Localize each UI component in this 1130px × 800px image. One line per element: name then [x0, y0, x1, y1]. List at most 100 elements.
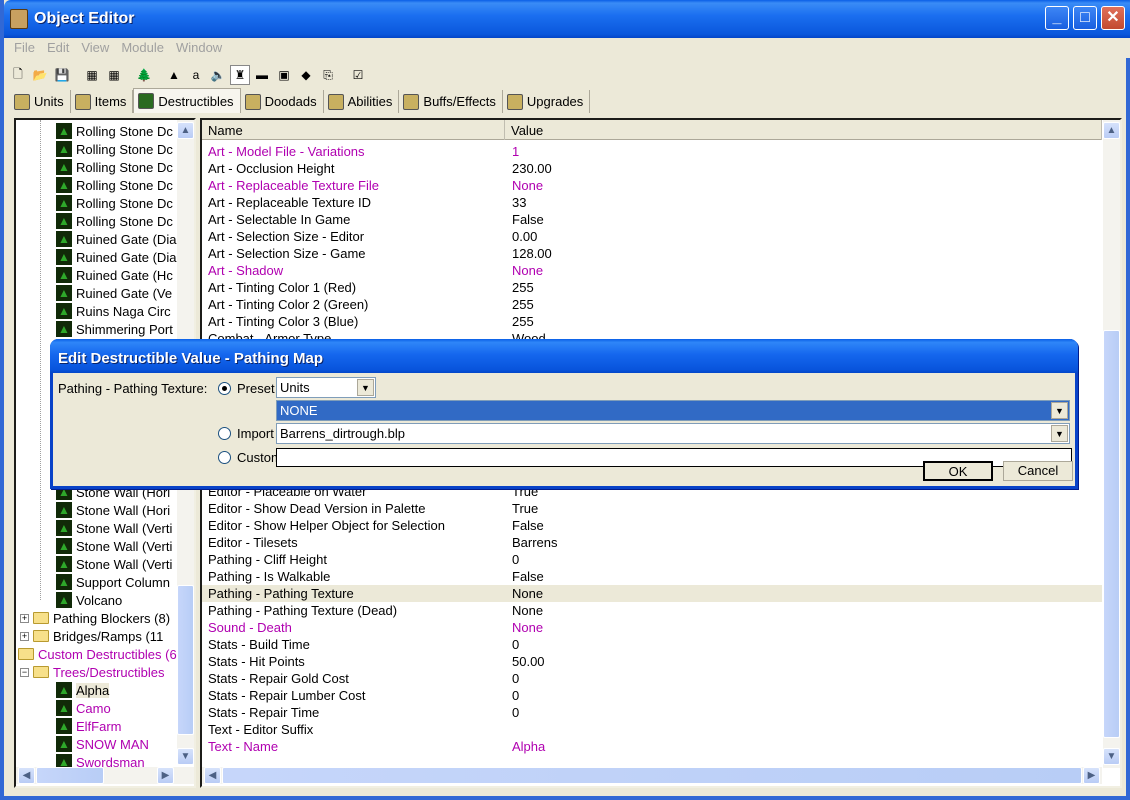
tree-hscroll-thumb[interactable]	[36, 767, 104, 784]
open-folder-button[interactable]: 📂	[30, 65, 50, 85]
grid-hscroll-thumb[interactable]	[222, 767, 1082, 784]
grid-vertical-scrollbar[interactable]: ▲ ▼	[1103, 120, 1120, 768]
save-button[interactable]: 💾	[52, 65, 72, 85]
grid-row[interactable]: Stats - Repair Time 0	[202, 704, 1102, 721]
tree-item[interactable]: Support Column	[56, 573, 170, 591]
copy-button[interactable]: ▦	[82, 65, 102, 85]
tree-item[interactable]: Shimmering Port	[56, 320, 173, 338]
import-file-select[interactable]: Barrens_dirtrough.blp ▼	[276, 423, 1070, 444]
import-button[interactable]: ⎘	[318, 65, 338, 85]
close-button[interactable]: ✕	[1101, 6, 1125, 30]
preset-radio[interactable]	[218, 382, 231, 395]
destructible-tree-button[interactable]: 🌲	[134, 65, 154, 85]
item-button[interactable]: ▬	[252, 65, 272, 85]
tree-item[interactable]: Stone Wall (Hori	[56, 501, 170, 519]
unit-button[interactable]: ♜	[230, 65, 250, 85]
grid-row[interactable]: Art - Tinting Color 2 (Green) 255	[202, 296, 1102, 313]
tree-item-custom[interactable]: Alpha	[56, 681, 110, 699]
grid-scroll-thumb[interactable]	[1103, 330, 1120, 738]
grid-row[interactable]: Editor - Tilesets Barrens	[202, 534, 1102, 551]
grid-row[interactable]: Pathing - Pathing Texture None	[202, 585, 1102, 602]
grid-row[interactable]: Editor - Show Dead Version in Palette Tru…	[202, 500, 1102, 517]
grid-scroll-right-icon[interactable]: ▶	[1083, 767, 1100, 784]
terrain-button[interactable]: ▲	[164, 65, 184, 85]
grid-row[interactable]: Stats - Repair Lumber Cost 0	[202, 687, 1102, 704]
grid-row[interactable]: Art - Tinting Color 3 (Blue) 255	[202, 313, 1102, 330]
grid-horizontal-scrollbar[interactable]: ◀ ▶	[202, 767, 1102, 784]
chevron-down-icon[interactable]: ▼	[357, 379, 374, 396]
scroll-down-icon[interactable]: ▼	[177, 748, 194, 765]
tree-folder[interactable]: + Pathing Blockers (8)	[20, 609, 170, 627]
tree-item[interactable]: Ruined Gate (Ve	[56, 284, 172, 302]
tree-item[interactable]: Ruined Gate (Dia	[56, 230, 176, 248]
custom-radio[interactable]	[218, 451, 231, 464]
tab-items[interactable]: Items	[71, 90, 134, 113]
tree-item-custom[interactable]: Camo	[56, 699, 111, 717]
tree-scroll-thumb[interactable]	[177, 585, 194, 735]
grid-row[interactable]: Stats - Repair Gold Cost 0	[202, 670, 1102, 687]
grid-row[interactable]: Art - Replaceable Texture File None	[202, 177, 1102, 194]
tree-folder-custom-trees[interactable]: − Trees/Destructibles	[20, 663, 165, 681]
grid-row[interactable]: Stats - Hit Points 50.00	[202, 653, 1102, 670]
expand-icon[interactable]: +	[20, 631, 29, 641]
tab-destructibles[interactable]: Destructibles	[133, 88, 241, 113]
tree-item[interactable]: Stone Wall (Verti	[56, 519, 172, 537]
tree-item[interactable]: Ruined Gate (Hc	[56, 266, 173, 284]
scroll-right-icon[interactable]: ▶	[157, 767, 174, 784]
grid-row[interactable]: Pathing - Cliff Height 0	[202, 551, 1102, 568]
scroll-up-icon[interactable]: ▲	[177, 122, 194, 139]
chevron-down-icon[interactable]: ▼	[1051, 402, 1068, 419]
new-file-button[interactable]: 🗋	[8, 65, 28, 85]
column-header-name[interactable]: Name	[202, 120, 505, 140]
tree-item-custom[interactable]: ElfFarm	[56, 717, 122, 735]
tree-item-custom[interactable]: SNOW MAN	[56, 735, 149, 753]
grid-row[interactable]: Sound - Death None	[202, 619, 1102, 636]
tree-item[interactable]: Rolling Stone Dc	[56, 176, 173, 194]
object-button[interactable]: ◆	[296, 65, 316, 85]
grid-row[interactable]: Pathing - Is Walkable False	[202, 568, 1102, 585]
collapse-icon[interactable]: −	[20, 667, 29, 677]
grid-row[interactable]: Art - Shadow None	[202, 262, 1102, 279]
grid-row[interactable]: Art - Selection Size - Editor 0.00	[202, 228, 1102, 245]
grid-scroll-up-icon[interactable]: ▲	[1103, 122, 1120, 139]
tree-item[interactable]: Stone Wall (Verti	[56, 555, 172, 573]
menu-view[interactable]: View	[75, 38, 115, 57]
tree-item[interactable]: Rolling Stone Dc	[56, 194, 173, 212]
tree-item[interactable]: Rolling Stone Dc	[56, 212, 173, 230]
grid-row[interactable]: Text - Editor Suffix	[202, 721, 1102, 738]
text-a-button[interactable]: a	[186, 65, 206, 85]
tab-buffs-effects[interactable]: Buffs/Effects	[399, 90, 503, 113]
tab-abilities[interactable]: Abilities	[324, 90, 400, 113]
tree-item[interactable]: Rolling Stone Dc	[56, 158, 173, 176]
tree-item[interactable]: Rolling Stone Dc	[56, 122, 173, 140]
ok-button[interactable]: OK	[923, 461, 993, 481]
tree-item[interactable]: Stone Wall (Verti	[56, 537, 172, 555]
grid-row[interactable]: Art - Replaceable Texture ID 33	[202, 194, 1102, 211]
grid-row[interactable]: Art - Occlusion Height 230.00	[202, 160, 1102, 177]
tree-item[interactable]: Ruined Gate (Dia	[56, 248, 176, 266]
scroll-left-icon[interactable]: ◀	[18, 767, 35, 784]
grid-scroll-left-icon[interactable]: ◀	[204, 767, 221, 784]
tree-horizontal-scrollbar[interactable]: ◀ ▶	[16, 767, 194, 784]
menu-window[interactable]: Window	[170, 38, 228, 57]
menu-file[interactable]: File	[8, 38, 41, 57]
tree-item[interactable]: Ruins Naga Circ	[56, 302, 171, 320]
tab-doodads[interactable]: Doodads	[241, 90, 324, 113]
tree-item[interactable]: Volcano	[56, 591, 122, 609]
tree-folder[interactable]: + Bridges/Ramps (11	[20, 627, 163, 645]
ai-button[interactable]: ▣	[274, 65, 294, 85]
minimize-button[interactable]: _	[1045, 6, 1069, 30]
cancel-button[interactable]: Cancel	[1003, 461, 1073, 481]
chevron-down-icon[interactable]: ▼	[1051, 425, 1068, 442]
tree-item[interactable]: Rolling Stone Dc	[56, 140, 173, 158]
grid-row[interactable]: Editor - Show Helper Object for Selectio…	[202, 517, 1102, 534]
paste-button[interactable]: ▦	[104, 65, 124, 85]
grid-row[interactable]: Art - Model File - Variations 1	[202, 143, 1102, 160]
grid-row[interactable]: Art - Selectable In Game False	[202, 211, 1102, 228]
tab-units[interactable]: Units	[10, 90, 71, 113]
tree-folder-custom[interactable]: Custom Destructibles (6	[18, 645, 177, 663]
grid-row[interactable]: Art - Selection Size - Game 128.00	[202, 245, 1102, 262]
sound-button[interactable]: 🔈	[208, 65, 228, 85]
grid-row[interactable]: Stats - Build Time 0	[202, 636, 1102, 653]
grid-row[interactable]: Pathing - Pathing Texture (Dead) None	[202, 602, 1102, 619]
